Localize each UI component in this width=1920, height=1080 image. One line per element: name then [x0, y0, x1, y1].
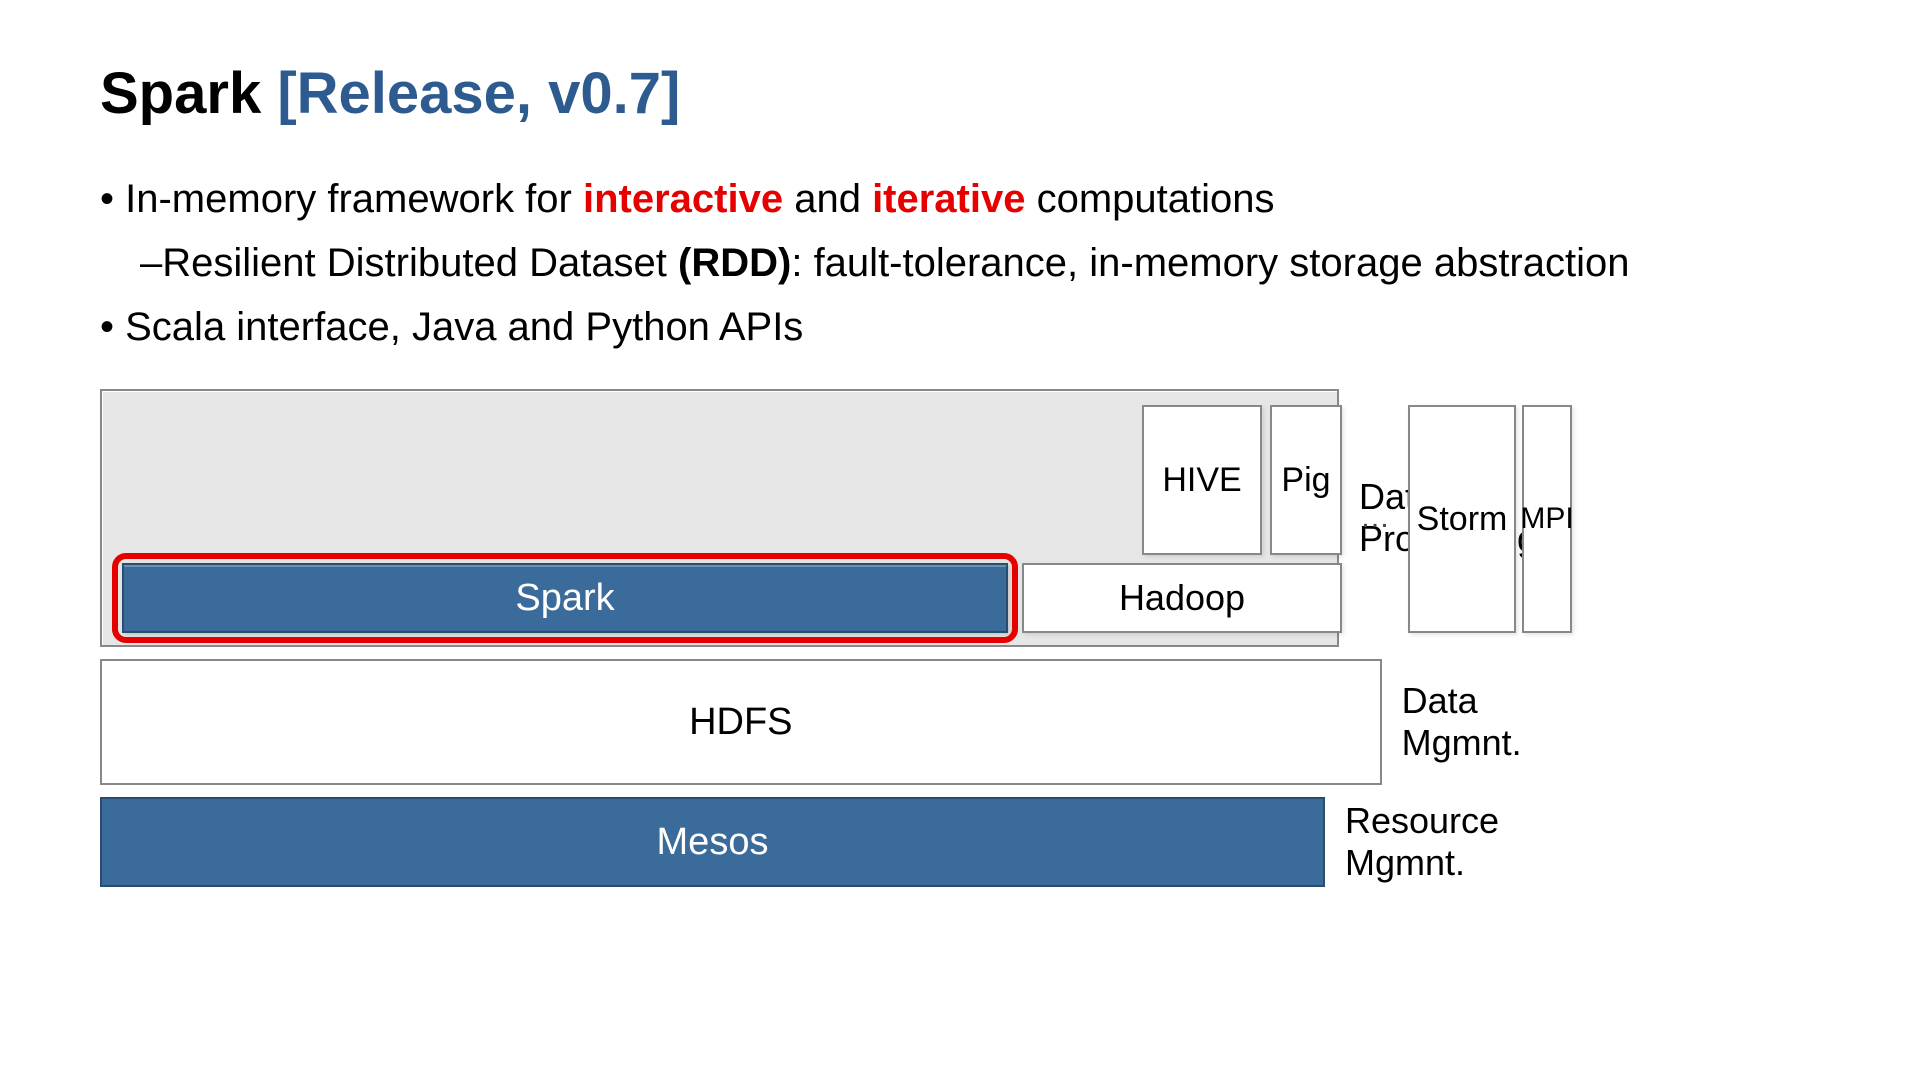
- bullet-2-text: Scala interface, Java and Python APIs: [125, 305, 803, 349]
- title-main: Spark: [100, 61, 277, 126]
- bullet-list: • In-memory framework for interactive an…: [100, 167, 1820, 359]
- bullet-1-sub-post: : fault-tolerance, in-memory storage abs…: [791, 241, 1629, 285]
- bullet-1-sub: –Resilient Distributed Dataset (RDD): fa…: [140, 231, 1820, 295]
- data-mgmt-row: HDFS Data Mgmnt.: [100, 659, 1580, 785]
- storm-box: Storm: [1408, 405, 1516, 633]
- bullet-1-sub-rdd: (RDD): [678, 241, 791, 285]
- hdfs-box: HDFS: [100, 659, 1382, 785]
- hadoop-box: Hadoop: [1022, 563, 1342, 633]
- architecture-diagram: Spark Hadoop HIVE Pig … Storm MPI Data P…: [100, 389, 1580, 887]
- mpi-box: MPI: [1522, 405, 1572, 633]
- pig-box: Pig: [1270, 405, 1342, 555]
- bullet-2: • Scala interface, Java and Python APIs: [100, 295, 1820, 359]
- bullet-1-text-mid: and: [783, 177, 872, 221]
- data-processing-layer: Spark Hadoop HIVE Pig … Storm MPI: [100, 389, 1339, 647]
- resource-mgmt-row: Mesos Resource Mgmnt.: [100, 797, 1580, 887]
- bullet-1-text-post: computations: [1025, 177, 1274, 221]
- title-release: [Release, v0.7]: [277, 61, 680, 126]
- hive-box: HIVE: [1142, 405, 1262, 555]
- bullet-1-em-iterative: iterative: [872, 177, 1025, 221]
- bullet-1-em-interactive: interactive: [583, 177, 783, 221]
- ellipsis-icon: …: [1360, 501, 1390, 535]
- bullet-1-sub-pre: Resilient Distributed Dataset: [162, 241, 678, 285]
- data-processing-row: Spark Hadoop HIVE Pig … Storm MPI Data P…: [100, 389, 1580, 647]
- mesos-box: Mesos: [100, 797, 1325, 887]
- data-mgmt-label: Data Mgmnt.: [1402, 680, 1580, 764]
- resource-mgmt-label: Resource Mgmnt.: [1345, 800, 1580, 884]
- slide: Spark [Release, v0.7] • In-memory framew…: [0, 0, 1920, 1080]
- slide-title: Spark [Release, v0.7]: [100, 60, 1820, 127]
- bullet-1: • In-memory framework for interactive an…: [100, 167, 1820, 231]
- spark-box: Spark: [122, 563, 1008, 633]
- bullet-1-text-pre: In-memory framework for: [125, 177, 583, 221]
